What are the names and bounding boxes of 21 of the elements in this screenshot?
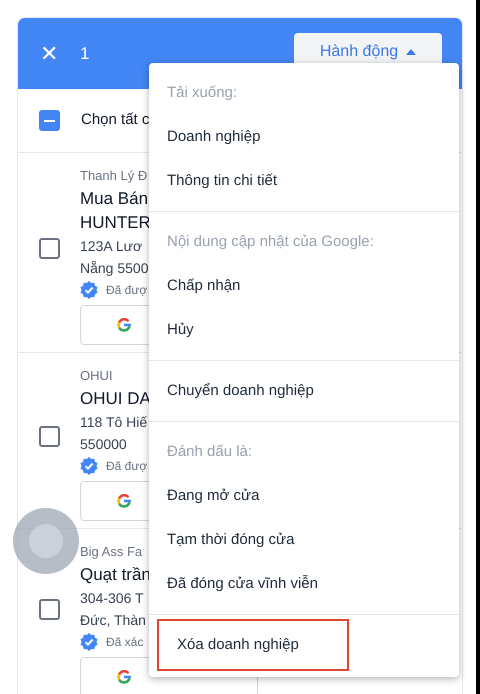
business-name: OHUI DA: [80, 388, 151, 410]
menu-section-heading: Đánh dấu là:: [166, 442, 254, 462]
business-address: Nẵng 5500: [80, 259, 149, 278]
verification-status: Đã xác: [106, 634, 144, 651]
verification-status: Đã đượ: [106, 458, 148, 475]
business-category: OHUI: [80, 367, 112, 385]
business-address: 118 Tô Hiế: [80, 413, 148, 432]
selection-count: 1: [80, 42, 90, 65]
business-name: Quạt trần: [80, 564, 151, 586]
business-name: Mua Bán: [80, 188, 148, 210]
business-address: 123A Lươ: [80, 237, 142, 256]
menu-section-heading: Tải xuống:: [166, 82, 238, 103]
business-name: HUNTER: [80, 212, 151, 234]
business-address: Đức, Thàn: [80, 611, 146, 630]
business-address: 550000: [80, 435, 127, 454]
business-category: Big Ass Fa: [80, 543, 142, 561]
business-category: Thanh Lý Đ: [80, 167, 148, 185]
verification-status: Đã đượ: [106, 282, 148, 299]
business-address: 304-306 T: [80, 589, 144, 608]
select-all-label: Chọn tất c: [81, 110, 150, 130]
menu-section-heading: Nội dung cập nhật của Google:: [166, 232, 375, 252]
